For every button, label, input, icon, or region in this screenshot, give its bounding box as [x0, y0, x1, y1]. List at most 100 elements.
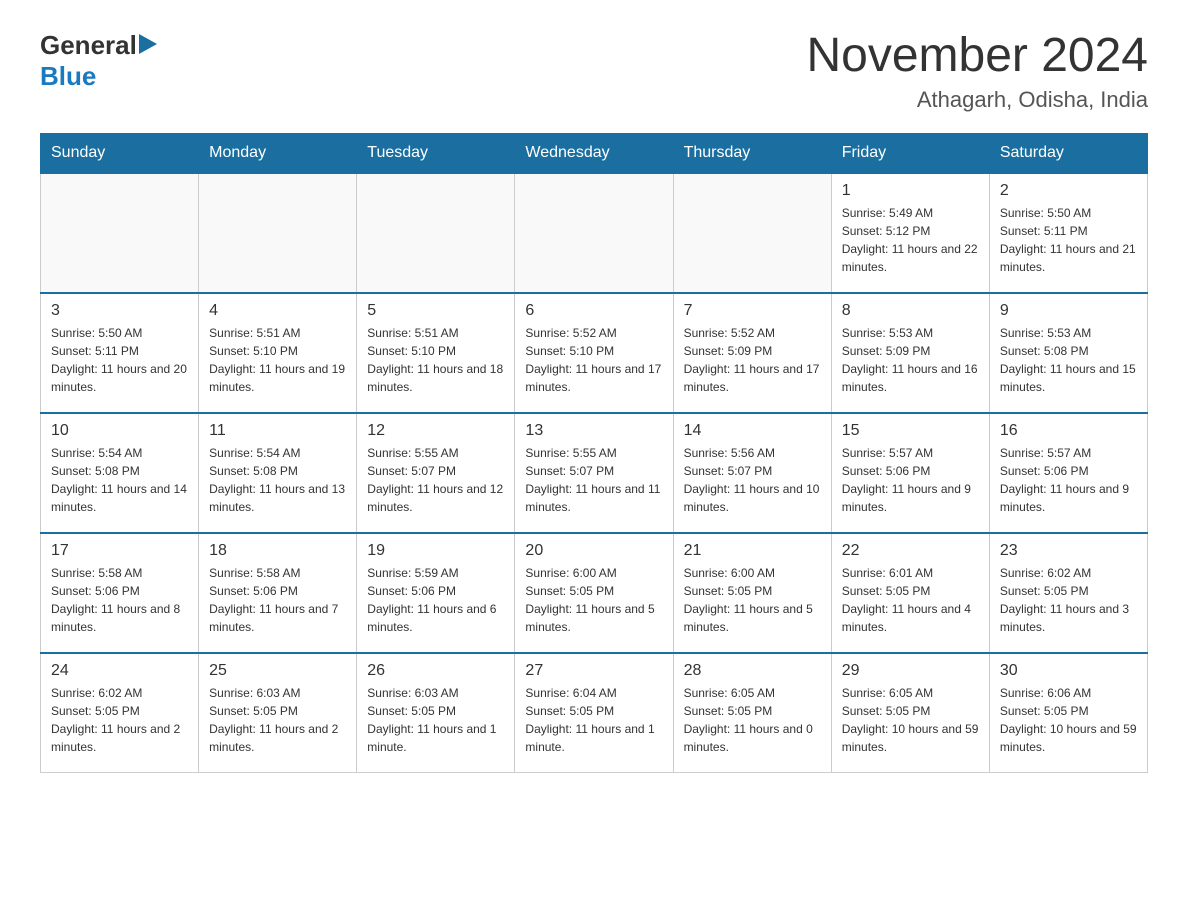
header-friday: Friday — [831, 133, 989, 173]
day-number: 4 — [209, 302, 346, 320]
logo-triangle-icon — [139, 34, 157, 54]
calendar-cell-w3-d5: 14 Sunrise: 5:56 AMSunset: 5:07 PMDayligh… — [673, 413, 831, 533]
day-number: 18 — [209, 542, 346, 560]
day-number: 8 — [842, 302, 979, 320]
calendar-cell-w1-d2 — [199, 173, 357, 293]
calendar-cell-w3-d2: 11Sunrise: 5:54 AMSunset: 5:08 PMDayligh… — [199, 413, 357, 533]
day-number: 20 — [525, 542, 662, 560]
day-number: 26 — [367, 662, 504, 680]
day-number: 24 — [51, 662, 188, 680]
day-number: 19 — [367, 542, 504, 560]
day-number: 30 — [1000, 662, 1137, 680]
calendar-cell-w2-d7: 9 Sunrise: 5:53 AMSunset: 5:08 PMDaylight… — [989, 293, 1147, 413]
day-number: 5 — [367, 302, 504, 320]
calendar-cell-w3-d4: 13Sunrise: 5:55 AMSunset: 5:07 PMDayligh… — [515, 413, 673, 533]
logo: General Blue — [40, 30, 157, 92]
header-saturday: Saturday — [989, 133, 1147, 173]
calendar-cell-w5-d1: 24 Sunrise: 6:02 AMSunset: 5:05 PMDayligh… — [41, 653, 199, 773]
day-info: Sunrise: 5:52 AMSunset: 5:10 PMDaylight:… — [525, 324, 662, 396]
day-number: 1 — [842, 182, 979, 200]
day-number: 28 — [684, 662, 821, 680]
day-number: 3 — [51, 302, 188, 320]
calendar-cell-w5-d2: 25 Sunrise: 6:03 AMSunset: 5:05 PMDayligh… — [199, 653, 357, 773]
day-number: 29 — [842, 662, 979, 680]
calendar-cell-w1-d3 — [357, 173, 515, 293]
day-number: 15 — [842, 422, 979, 440]
day-number: 10 — [51, 422, 188, 440]
day-info: Sunrise: 6:06 AMSunset: 5:05 PMDaylight:… — [1000, 684, 1137, 756]
calendar-cell-w3-d6: 15 Sunrise: 5:57 AMSunset: 5:06 PMDayligh… — [831, 413, 989, 533]
day-info: Sunrise: 5:57 AMSunset: 5:06 PMDaylight:… — [842, 444, 979, 516]
day-number: 14 — [684, 422, 821, 440]
day-info: Sunrise: 5:49 AMSunset: 5:12 PMDaylight:… — [842, 204, 979, 276]
day-info: Sunrise: 5:50 AMSunset: 5:11 PMDaylight:… — [51, 324, 188, 396]
calendar-cell-w3-d7: 16Sunrise: 5:57 AMSunset: 5:06 PMDayligh… — [989, 413, 1147, 533]
day-info: Sunrise: 5:55 AMSunset: 5:07 PMDaylight:… — [367, 444, 504, 516]
day-number: 2 — [1000, 182, 1137, 200]
logo-general-text: General — [40, 30, 137, 61]
day-number: 27 — [525, 662, 662, 680]
day-number: 9 — [1000, 302, 1137, 320]
calendar-cell-w3-d3: 12 Sunrise: 5:55 AMSunset: 5:07 PMDayligh… — [357, 413, 515, 533]
day-info: Sunrise: 5:51 AMSunset: 5:10 PMDaylight:… — [367, 324, 504, 396]
calendar-title: November 2024 — [806, 30, 1148, 83]
calendar-cell-w4-d4: 20Sunrise: 6:00 AMSunset: 5:05 PMDayligh… — [515, 533, 673, 653]
header-tuesday: Tuesday — [357, 133, 515, 173]
day-number: 23 — [1000, 542, 1137, 560]
day-number: 6 — [525, 302, 662, 320]
day-info: Sunrise: 5:50 AMSunset: 5:11 PMDaylight:… — [1000, 204, 1137, 276]
calendar-cell-w2-d6: 8 Sunrise: 5:53 AMSunset: 5:09 PMDaylight… — [831, 293, 989, 413]
header-sunday: Sunday — [41, 133, 199, 173]
day-headers-row: Sunday Monday Tuesday Wednesday Thursday… — [41, 133, 1148, 173]
calendar-cell-w5-d6: 29Sunrise: 6:05 AMSunset: 5:05 PMDayligh… — [831, 653, 989, 773]
day-info: Sunrise: 6:01 AMSunset: 5:05 PMDaylight:… — [842, 564, 979, 636]
day-info: Sunrise: 5:51 AMSunset: 5:10 PMDaylight:… — [209, 324, 346, 396]
calendar-title-area: November 2024 Athagarh, Odisha, India — [806, 30, 1148, 113]
calendar-cell-w2-d4: 6 Sunrise: 5:52 AMSunset: 5:10 PMDaylight… — [515, 293, 673, 413]
calendar-cell-w1-d4 — [515, 173, 673, 293]
day-info: Sunrise: 5:53 AMSunset: 5:08 PMDaylight:… — [1000, 324, 1137, 396]
calendar-cell-w3-d1: 10 Sunrise: 5:54 AMSunset: 5:08 PMDayligh… — [41, 413, 199, 533]
calendar-table: Sunday Monday Tuesday Wednesday Thursday… — [40, 133, 1148, 774]
calendar-cell-w4-d3: 19 Sunrise: 5:59 AMSunset: 5:06 PMDayligh… — [357, 533, 515, 653]
day-info: Sunrise: 6:02 AMSunset: 5:05 PMDaylight:… — [51, 684, 188, 756]
day-info: Sunrise: 6:05 AMSunset: 5:05 PMDaylight:… — [684, 684, 821, 756]
calendar-cell-w1-d5 — [673, 173, 831, 293]
day-info: Sunrise: 5:56 AMSunset: 5:07 PMDaylight:… — [684, 444, 821, 516]
day-info: Sunrise: 6:02 AMSunset: 5:05 PMDaylight:… — [1000, 564, 1137, 636]
header-thursday: Thursday — [673, 133, 831, 173]
day-info: Sunrise: 5:54 AMSunset: 5:08 PMDaylight:… — [51, 444, 188, 516]
day-info: Sunrise: 5:59 AMSunset: 5:06 PMDaylight:… — [367, 564, 504, 636]
day-number: 21 — [684, 542, 821, 560]
calendar-cell-w5-d3: 26 Sunrise: 6:03 AMSunset: 5:05 PMDayligh… — [357, 653, 515, 773]
calendar-cell-w5-d7: 30 Sunrise: 6:06 AMSunset: 5:05 PMDayligh… — [989, 653, 1147, 773]
header-monday: Monday — [199, 133, 357, 173]
logo-blue-text: Blue — [40, 61, 96, 91]
day-info: Sunrise: 6:04 AMSunset: 5:05 PMDaylight:… — [525, 684, 662, 756]
calendar-cell-w4-d7: 23 Sunrise: 6:02 AMSunset: 5:05 PMDayligh… — [989, 533, 1147, 653]
day-number: 22 — [842, 542, 979, 560]
day-info: Sunrise: 5:58 AMSunset: 5:06 PMDaylight:… — [209, 564, 346, 636]
header-wednesday: Wednesday — [515, 133, 673, 173]
week-row-4: 17Sunrise: 5:58 AMSunset: 5:06 PMDayligh… — [41, 533, 1148, 653]
day-number: 12 — [367, 422, 504, 440]
day-info: Sunrise: 5:52 AMSunset: 5:09 PMDaylight:… — [684, 324, 821, 396]
week-row-5: 24 Sunrise: 6:02 AMSunset: 5:05 PMDayligh… — [41, 653, 1148, 773]
day-info: Sunrise: 5:57 AMSunset: 5:06 PMDaylight:… — [1000, 444, 1137, 516]
day-info: Sunrise: 5:53 AMSunset: 5:09 PMDaylight:… — [842, 324, 979, 396]
day-info: Sunrise: 6:03 AMSunset: 5:05 PMDaylight:… — [367, 684, 504, 756]
day-number: 25 — [209, 662, 346, 680]
calendar-cell-w4-d1: 17Sunrise: 5:58 AMSunset: 5:06 PMDayligh… — [41, 533, 199, 653]
calendar-cell-w4-d6: 22 Sunrise: 6:01 AMSunset: 5:05 PMDayligh… — [831, 533, 989, 653]
day-info: Sunrise: 6:00 AMSunset: 5:05 PMDaylight:… — [684, 564, 821, 636]
day-number: 11 — [209, 422, 346, 440]
day-info: Sunrise: 6:03 AMSunset: 5:05 PMDaylight:… — [209, 684, 346, 756]
week-row-3: 10 Sunrise: 5:54 AMSunset: 5:08 PMDayligh… — [41, 413, 1148, 533]
calendar-subtitle: Athagarh, Odisha, India — [806, 87, 1148, 113]
calendar-cell-w2-d5: 7Sunrise: 5:52 AMSunset: 5:09 PMDaylight… — [673, 293, 831, 413]
day-info: Sunrise: 5:55 AMSunset: 5:07 PMDaylight:… — [525, 444, 662, 516]
calendar-cell-w1-d6: 1 Sunrise: 5:49 AMSunset: 5:12 PMDaylight… — [831, 173, 989, 293]
week-row-1: 1 Sunrise: 5:49 AMSunset: 5:12 PMDaylight… — [41, 173, 1148, 293]
calendar-cell-w2-d2: 4 Sunrise: 5:51 AMSunset: 5:10 PMDaylight… — [199, 293, 357, 413]
day-info: Sunrise: 5:58 AMSunset: 5:06 PMDaylight:… — [51, 564, 188, 636]
